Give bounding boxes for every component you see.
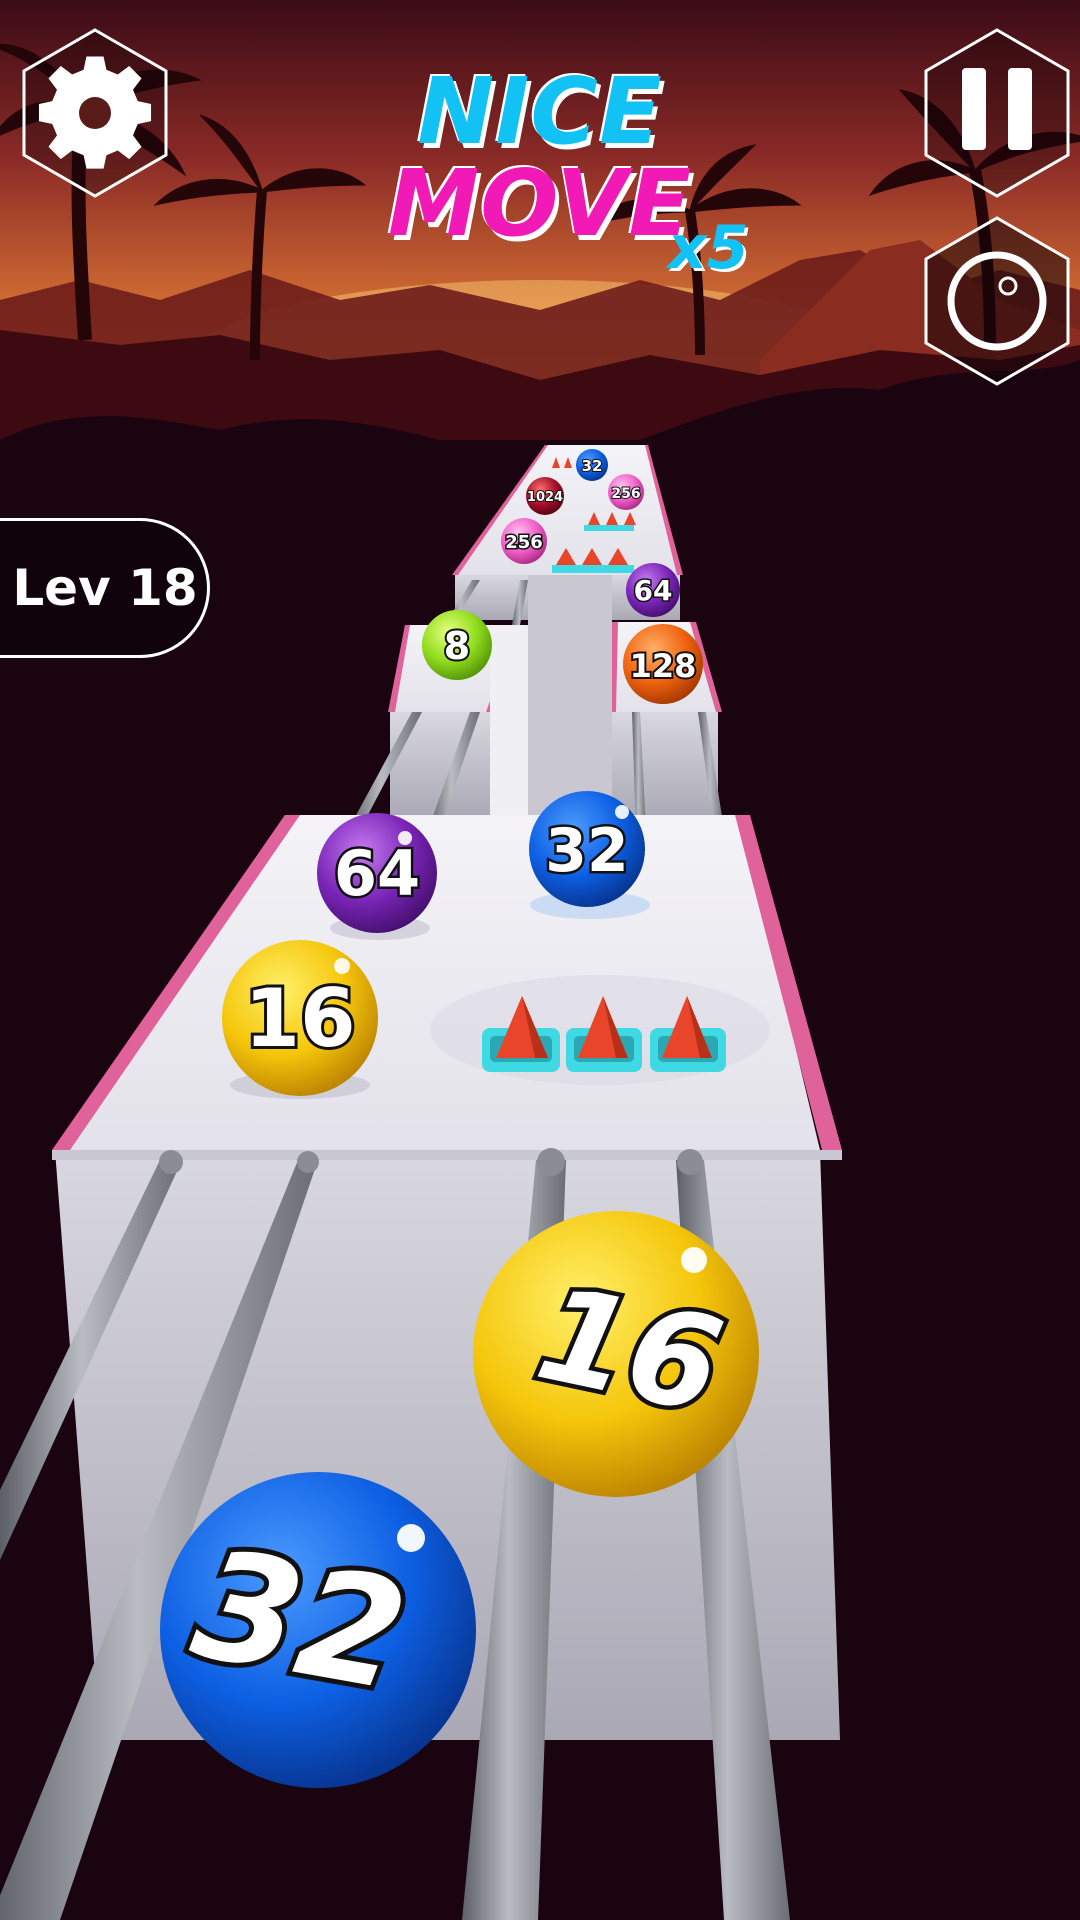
ball-far-256-b: 256 (501, 518, 547, 564)
game-stage[interactable]: 32 1024 256 256 64 8 128 64 32 16 16 32 … (0, 0, 1080, 1920)
ball-mid-8-value: 8 (444, 624, 470, 668)
settings-button[interactable] (20, 28, 170, 198)
vibration-button[interactable] (922, 216, 1072, 386)
ball-mid-128: 128 (623, 624, 703, 704)
ball-far-1024: 1024 (526, 477, 564, 515)
ball-near-64-value: 64 (334, 837, 420, 910)
ball-far-32: 32 (576, 449, 608, 481)
ball-player-16: 16 (473, 1211, 759, 1497)
ball-far-32-value: 32 (582, 457, 603, 475)
ball-player-32-value: 32 (182, 1517, 418, 1725)
level-indicator: Lev 18 (0, 518, 210, 658)
ball-player-32: 32 (160, 1472, 476, 1788)
ball-mid-64-value: 64 (634, 574, 673, 607)
ball-far-256-b-value: 256 (505, 532, 543, 553)
ball-mid-8: 8 (422, 610, 492, 680)
ball-far-1024-value: 1024 (527, 490, 563, 505)
ball-near-32-value: 32 (545, 816, 629, 886)
game-scene[interactable]: 32 1024 256 256 64 8 128 64 32 16 16 32 (0, 0, 1080, 1920)
spike-row-near (482, 996, 726, 1072)
gear-icon (38, 56, 152, 169)
combo-text-nice: NICE (417, 58, 663, 165)
combo-text-move: MOVE (387, 150, 693, 257)
ball-mid-64: 64 (626, 563, 680, 617)
ball-near-16-value: 16 (244, 972, 355, 1065)
pause-button[interactable] (922, 28, 1072, 198)
mid-gap (528, 575, 612, 820)
combo-multiplier: x5 (668, 213, 749, 283)
ball-mid-128-value: 128 (630, 647, 697, 685)
ball-far-256-a: 256 (608, 474, 644, 510)
level-label: Lev 18 (12, 559, 198, 617)
ball-far-256-a-value: 256 (611, 486, 640, 502)
